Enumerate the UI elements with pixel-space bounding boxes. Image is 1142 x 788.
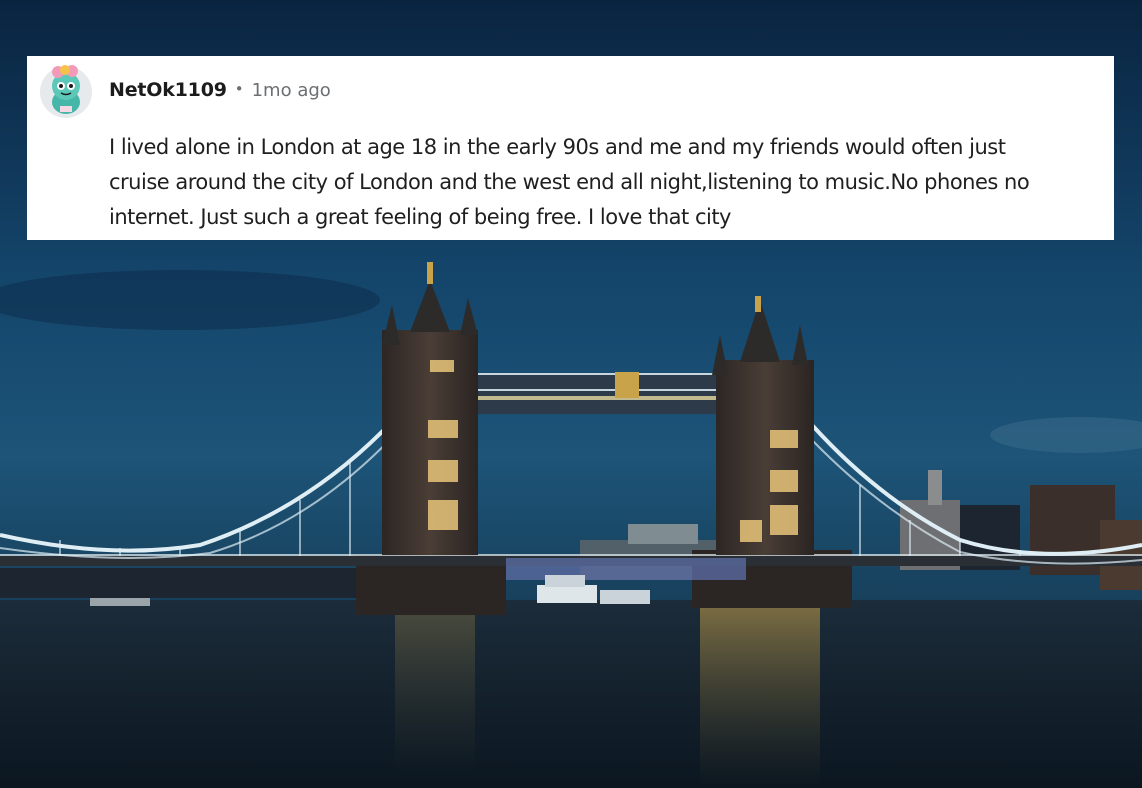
- snoo-avatar-icon[interactable]: [38, 62, 94, 118]
- username-link[interactable]: NetOk1109: [109, 79, 227, 101]
- comment-line: cruise around the city of London and the…: [109, 170, 1030, 194]
- bridge-lower-arch: [506, 558, 746, 580]
- comment-line: internet. Just such a great feeling of b…: [109, 205, 731, 229]
- comment-line: I lived alone in London at age 18 in the…: [109, 135, 1006, 159]
- comment-meta: NetOk1109 • 1mo ago: [109, 76, 331, 104]
- comment-timestamp[interactable]: 1mo ago: [252, 80, 331, 101]
- comment-body: I lived alone in London at age 18 in the…: [109, 130, 1099, 235]
- river-water: [0, 600, 1142, 788]
- meta-separator: •: [234, 80, 244, 98]
- comment-card: NetOk1109 • 1mo ago I lived alone in Lon…: [27, 56, 1114, 240]
- light-reflection: [700, 606, 820, 788]
- light-reflection: [395, 606, 475, 776]
